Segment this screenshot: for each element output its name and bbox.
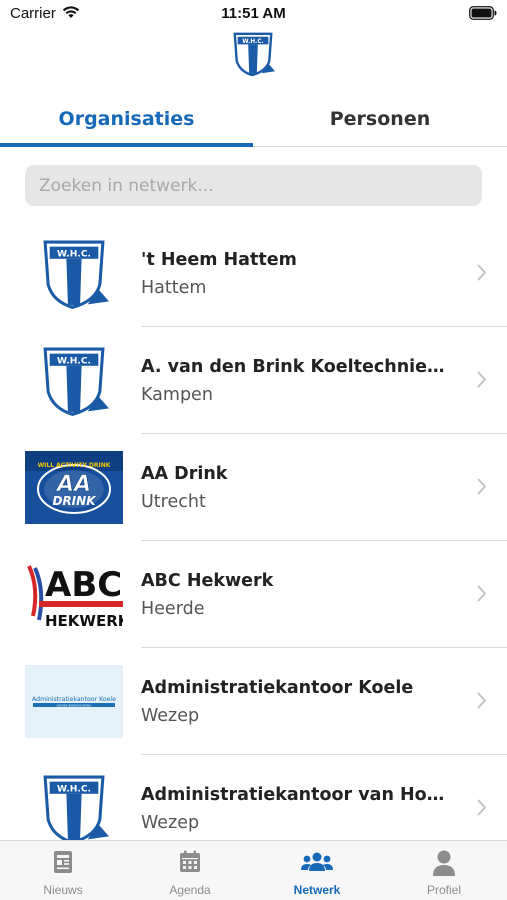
tabbar-label: Nieuws [43,883,83,897]
status-bar: Carrier 11:51 AM [0,0,507,28]
whc-shield-icon: W.H.C. [43,775,109,840]
koele-logo-icon: Administratiekantoor Koele ADVIES-BOEKHO… [25,665,123,738]
tabbar-label: Netwerk [293,883,341,897]
tabbar-label: Profiel [426,883,461,897]
organisation-city: Kampen [141,385,213,405]
organisation-name: A. van den Brink Koeltechniek... [141,357,446,377]
tabbar-profiel[interactable]: Profiel [381,841,507,900]
koele-line1-text: Administratiekantoor Koele [32,696,116,703]
organisation-city: Wezep [141,706,200,726]
whc-club-logo-icon: W.H.C. [233,32,276,77]
organisation-name: 't Heem Hattem [141,250,297,270]
list-item[interactable]: ABC HEKWERK ABC Hekwerk Heerde [0,541,507,648]
chevron-right-icon [477,478,486,495]
abc-top-text: ABC [45,565,122,605]
whc-logo-text: W.H.C. [57,249,91,259]
list-item[interactable]: Administratiekantoor Koele ADVIES-BOEKHO… [0,648,507,755]
bottom-tab-bar: Nieuws Agenda Netwerk Profiel [0,840,507,900]
segment-tabs: Organisaties Personen [0,95,507,147]
whc-logo: W.H.C. [25,237,123,310]
whc-shield-icon: W.H.C. [43,347,109,416]
organisation-list: W.H.C. 't Heem Hattem Hattem W.H.C. A. v… [0,220,507,840]
organisation-name: Administratiekantoor Koele [141,678,414,698]
chevron-right-icon [477,799,486,816]
organisation-name: ABC Hekwerk [141,571,274,591]
aa-drink-word-text: DRINK [52,494,97,508]
clock: 11:51 AM [221,5,286,22]
newspaper-icon [54,851,72,873]
chevron-right-icon [477,371,486,388]
koele-line2-text: ADVIES-BOEKHOUDING [57,703,93,707]
search-bar [25,165,482,206]
whc-logo-text: W.H.C. [57,356,91,366]
tab-personen[interactable]: Personen [253,95,507,147]
aa-drink-logo-icon: WILL ACTIVITY DRINK AA DRINK [25,451,123,524]
abc-bottom-text: HEKWERK [45,612,123,630]
aa-drink-logo: WILL ACTIVITY DRINK AA DRINK [25,451,123,524]
abc-hekwerk-logo: ABC HEKWERK [25,558,123,631]
abc-hekwerk-logo-icon: ABC HEKWERK [25,558,123,631]
aa-drink-ring-text: WILL ACTIVITY DRINK [38,462,111,469]
list-item[interactable]: WILL ACTIVITY DRINK AA DRINK AA Drink Ut… [0,434,507,541]
organisation-city: Utrecht [141,492,206,512]
list-item[interactable]: W.H.C. Administratiekantoor van Ho... We… [0,755,507,840]
calendar-icon [180,850,200,872]
list-item[interactable]: W.H.C. A. van den Brink Koeltechniek... … [0,327,507,434]
users-icon [301,852,333,871]
tabbar-label: Agenda [169,883,211,897]
whc-logo: W.H.C. [25,772,123,840]
administratiekantoor-koele-logo: Administratiekantoor Koele ADVIES-BOEKHO… [25,665,123,738]
battery-icon [469,6,497,20]
tabbar-netwerk[interactable]: Netwerk [254,841,380,900]
organisation-name: Administratiekantoor van Ho... [141,785,446,805]
organisation-city: Heerde [141,599,205,619]
tabbar-nieuws[interactable]: Nieuws [0,841,126,900]
chevron-right-icon [477,585,486,602]
user-icon [433,850,455,876]
tab-organisaties[interactable]: Organisaties [0,95,253,147]
chevron-right-icon [477,264,486,281]
whc-logo-text: W.H.C. [57,784,91,794]
whc-shield-icon: W.H.C. [43,240,109,309]
organisation-city: Wezep [141,813,200,833]
whc-logo-text: W.H.C. [242,39,263,45]
chevron-right-icon [477,692,486,709]
tabbar-agenda[interactable]: Agenda [127,841,253,900]
list-item[interactable]: W.H.C. 't Heem Hattem Hattem [0,220,507,327]
organisation-city: Hattem [141,278,207,298]
active-tab-indicator [0,143,253,147]
search-input[interactable] [25,165,482,206]
organisation-name: AA Drink [141,464,228,484]
whc-logo: W.H.C. [25,344,123,417]
